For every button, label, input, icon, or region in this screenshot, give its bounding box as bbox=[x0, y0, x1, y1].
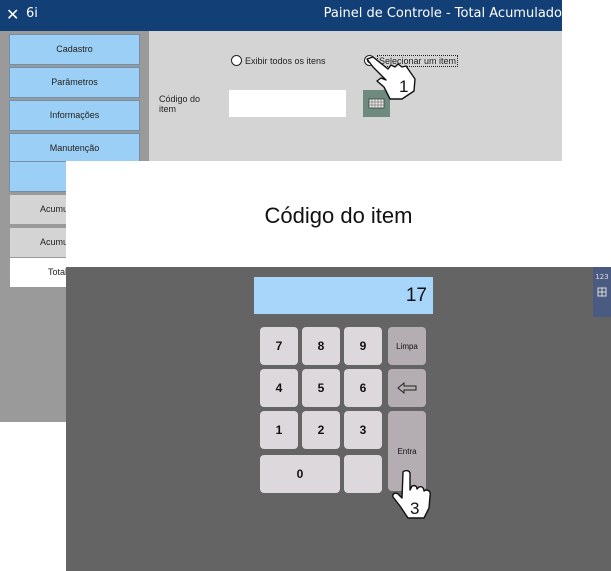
sidebar-item-manutencao[interactable]: Manutenção bbox=[9, 133, 140, 164]
key-blank[interactable] bbox=[344, 455, 382, 493]
close-icon[interactable]: ✕ bbox=[6, 5, 19, 25]
app-name: 6i bbox=[26, 6, 38, 21]
sidebar-item-informacoes[interactable]: Informações bbox=[9, 100, 140, 131]
filter-panel: Exibir todos os itens Selecionar um item… bbox=[149, 31, 562, 161]
sidebar-item-parametros[interactable]: Parâmetros bbox=[9, 67, 140, 98]
key-3[interactable]: 3 bbox=[344, 411, 382, 449]
key-0[interactable]: 0 bbox=[260, 455, 340, 493]
clear-button[interactable]: Limpa bbox=[388, 327, 426, 365]
key-1[interactable]: 1 bbox=[260, 411, 298, 449]
key-7[interactable]: 7 bbox=[260, 327, 298, 365]
window-title: Painel de Controle - Total Acumulado bbox=[323, 6, 562, 21]
key-4[interactable]: 4 bbox=[260, 369, 298, 407]
pointer-hand-icon: 3 bbox=[392, 470, 431, 519]
radio-circle bbox=[231, 55, 242, 66]
key-8[interactable]: 8 bbox=[302, 327, 340, 365]
code-label: Código do item bbox=[159, 94, 201, 114]
key-5[interactable]: 5 bbox=[302, 369, 340, 407]
pointer-hand-icon: 1 bbox=[366, 56, 416, 100]
title-bar: ✕ 6i Painel de Controle - Total Acumulad… bbox=[0, 0, 562, 31]
step-3-label: 3 bbox=[410, 499, 419, 518]
code-input[interactable] bbox=[229, 90, 346, 117]
dialog-title: Código do item bbox=[264, 203, 413, 228]
dialog-header: Código do item bbox=[66, 161, 611, 267]
side-tab-text: 123 bbox=[595, 273, 609, 281]
backspace-button[interactable] bbox=[388, 369, 426, 407]
key-2[interactable]: 2 bbox=[302, 411, 340, 449]
radio-show-all-label: Exibir todos os itens bbox=[245, 56, 326, 66]
numeric-keypad: 17 7 8 9 Limpa 4 5 6 1 2 3 Entra 0 bbox=[66, 267, 611, 571]
side-tab[interactable]: 123 bbox=[593, 267, 611, 317]
keypad-display: 17 bbox=[254, 277, 433, 314]
key-9[interactable]: 9 bbox=[344, 327, 382, 365]
sidebar-item-cadastro[interactable]: Cadastro bbox=[9, 34, 140, 65]
radio-show-all[interactable]: Exibir todos os itens bbox=[231, 55, 326, 66]
grid-icon bbox=[597, 287, 607, 297]
step-1-label: 1 bbox=[399, 77, 408, 96]
key-6[interactable]: 6 bbox=[344, 369, 382, 407]
backspace-arrow-icon bbox=[397, 382, 417, 394]
